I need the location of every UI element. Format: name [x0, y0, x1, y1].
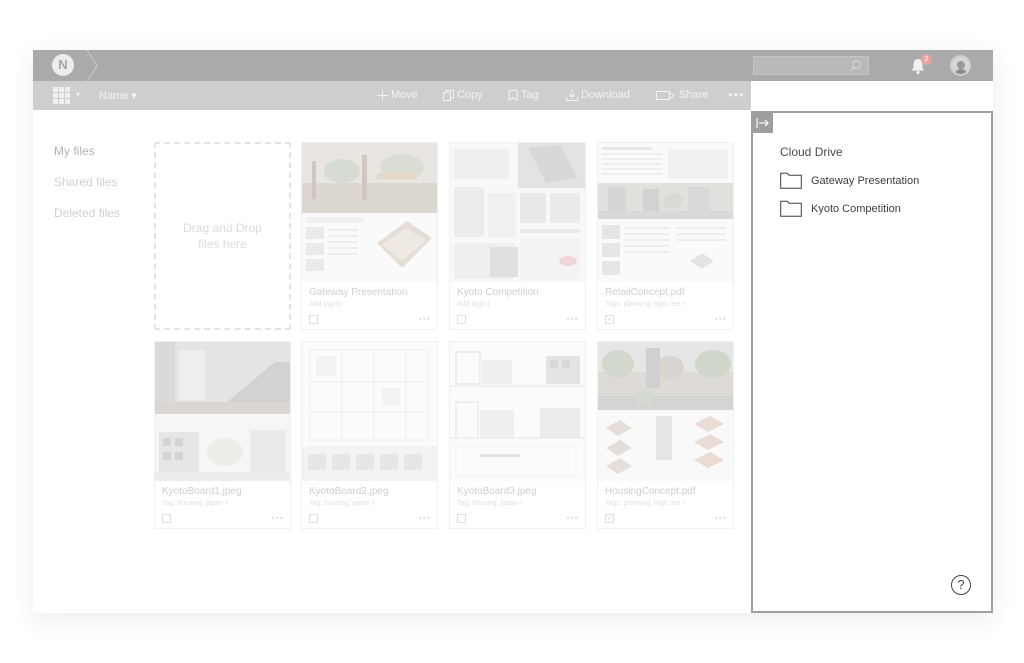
tag-icon: [508, 89, 518, 101]
help-icon[interactable]: ?: [951, 575, 971, 595]
file-checkbox[interactable]: [457, 514, 466, 523]
top-bar: N 2: [33, 50, 993, 81]
notification-badge: 2: [921, 54, 932, 65]
file-more-button[interactable]: •••: [419, 513, 431, 523]
copy-label: Copy: [457, 89, 483, 101]
file-checkbox[interactable]: [162, 514, 171, 523]
folder-item-gateway-presentation[interactable]: Gateway Presentation: [780, 172, 919, 189]
thumbnail-image: [302, 342, 437, 481]
file-title: Kyoto Competition: [457, 287, 539, 298]
app-logo[interactable]: N: [52, 54, 74, 76]
copy-icon: [443, 89, 454, 101]
folder-icon: [780, 172, 802, 189]
file-more-button[interactable]: •••: [272, 513, 284, 523]
file-tags[interactable]: Add tag(s): [457, 301, 489, 308]
cloud-drive-panel: Cloud Drive Gateway Presentation Kyoto C…: [751, 111, 993, 613]
file-tags[interactable]: Tag: housing, japan +: [162, 500, 229, 507]
file-more-button[interactable]: •••: [715, 513, 727, 523]
view-grid-icon[interactable]: [53, 87, 70, 104]
collapse-panel-icon: [756, 118, 769, 128]
file-checkbox-checked[interactable]: ✓: [605, 514, 614, 523]
file-tags[interactable]: Tag: housing, japan +: [309, 500, 376, 507]
app-window: N 2 ▾ Name ▾ Move Copy Tag Download Shar…: [33, 50, 993, 613]
collapse-panel-button[interactable]: [753, 113, 773, 133]
download-button[interactable]: Download: [566, 89, 630, 101]
file-more-button[interactable]: •••: [567, 513, 579, 523]
share-button[interactable]: Share: [656, 89, 708, 101]
more-actions-button[interactable]: •••: [728, 87, 745, 102]
panel-title: Cloud Drive: [780, 145, 843, 159]
sort-dropdown[interactable]: Name ▾: [99, 89, 137, 102]
thumbnail-image: [302, 143, 437, 282]
folder-item-kyoto-competition[interactable]: Kyoto Competition: [780, 200, 901, 217]
file-tags[interactable]: Tags: planning, high rise +: [605, 301, 687, 308]
drop-zone[interactable]: Drag and Drop files here: [154, 142, 291, 330]
nav-my-files[interactable]: My files: [54, 144, 95, 158]
drop-zone-label: Drag and Drop files here: [183, 221, 262, 251]
file-card-kyoto-competition[interactable]: Kyoto Competition Add tag(s) •••: [449, 142, 586, 330]
file-card-retail-concept[interactable]: RetailConcept.pdf Tags: planning, high r…: [597, 142, 734, 330]
move-label: Move: [391, 89, 418, 101]
tag-label: Tag: [521, 89, 539, 101]
download-label: Download: [581, 89, 630, 101]
file-title: HousingConcept.pdf: [605, 486, 696, 497]
folder-icon: [780, 200, 802, 217]
folder-name: Kyoto Competition: [811, 202, 901, 215]
file-more-button[interactable]: •••: [419, 314, 431, 324]
avatar-body: [954, 69, 968, 74]
user-avatar[interactable]: [950, 55, 971, 76]
view-caret-icon[interactable]: ▾: [76, 90, 80, 99]
search-icon[interactable]: [849, 59, 862, 72]
file-card-gateway-presentation[interactable]: Gateway Presentation Add tag(s) •••: [301, 142, 438, 330]
screen: N 2 ▾ Name ▾ Move Copy Tag Download Shar…: [0, 0, 1024, 663]
share-icon: [656, 90, 675, 100]
file-card-kyoto-board-2[interactable]: KyotoBoard2.jpeg Tag: housing, japan + •…: [301, 341, 438, 529]
file-tags[interactable]: Add tag(s): [309, 301, 341, 308]
share-label: Share: [679, 89, 709, 101]
file-more-button[interactable]: •••: [567, 314, 579, 324]
nav-deleted-files[interactable]: Deleted files: [54, 206, 120, 220]
file-title: Gateway Presentation: [309, 287, 408, 298]
file-title: KyotoBoard3.jpeg: [457, 486, 537, 497]
file-more-button[interactable]: •••: [715, 314, 727, 324]
file-tags[interactable]: Tags: planning, high rise +: [605, 500, 687, 507]
move-icon: [377, 89, 388, 101]
download-icon: [566, 89, 578, 101]
file-checkbox[interactable]: [309, 514, 318, 523]
file-checkbox-checked[interactable]: ✓: [605, 315, 614, 324]
file-tags[interactable]: Tag: housing, japan +: [457, 500, 524, 507]
file-card-housing-concept[interactable]: HousingConcept.pdf Tags: planning, high …: [597, 341, 734, 529]
breadcrumb-chevron-icon: [86, 50, 98, 81]
avatar-face: [957, 61, 965, 69]
file-checkbox[interactable]: [309, 315, 318, 324]
move-button[interactable]: Move: [377, 89, 418, 101]
sort-label: Name: [99, 90, 129, 102]
nav-shared-files[interactable]: Shared files: [54, 175, 117, 189]
file-checkbox[interactable]: [457, 315, 466, 324]
thumbnail-image: [155, 342, 290, 481]
tag-button[interactable]: Tag: [508, 89, 539, 101]
thumbnail-image: [598, 143, 733, 282]
file-title: KyotoBoard2.jpeg: [309, 486, 389, 497]
toolbar: ▾ Name ▾ Move Copy Tag Download Share ••…: [33, 81, 751, 110]
thumbnail-image: [450, 342, 585, 481]
copy-button[interactable]: Copy: [443, 89, 483, 101]
file-card-kyoto-board-1[interactable]: KyotoBoard1.jpeg Tag: housing, japan + •…: [154, 341, 291, 529]
folder-name: Gateway Presentation: [811, 174, 920, 187]
thumbnail-image: [450, 143, 585, 282]
search-input[interactable]: [753, 56, 869, 75]
thumbnail-image: [598, 342, 733, 481]
file-title: RetailConcept.pdf: [605, 287, 685, 298]
file-card-kyoto-board-3[interactable]: KyotoBoard3.jpeg Tag: housing, japan + •…: [449, 341, 586, 529]
file-title: KyotoBoard1.jpeg: [162, 486, 242, 497]
